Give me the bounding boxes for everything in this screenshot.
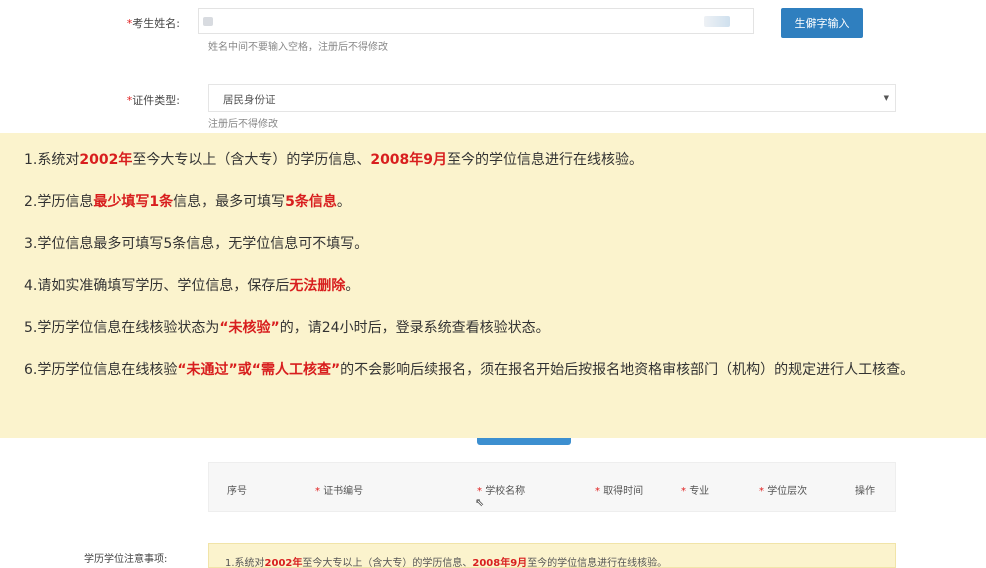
id-type-select[interactable]: 居民身份证 ▼ xyxy=(208,84,896,112)
education-table-header: 序号 * 证书编号 * 学校名称 * 取得时间 * 专业 * 学位层次 操作 xyxy=(208,462,896,512)
column-header-obtained-time: * 取得时间 xyxy=(595,486,644,497)
notice-line-4: 4.请如实准确填写学历、学位信息，保存后无法删除。 xyxy=(24,278,360,294)
id-type-label: *证件类型: xyxy=(70,92,180,108)
notice-line-2: 2.学历信息最少填写1条信息，最多可填写5条信息。 xyxy=(24,194,351,210)
blurred-name-value-end xyxy=(704,16,730,27)
name-hint: 姓名中间不要输入空格，注册后不得修改 xyxy=(208,42,388,53)
id-type-hint: 注册后不得修改 xyxy=(208,119,278,130)
active-tab-indicator xyxy=(477,438,571,445)
column-header-index: 序号 xyxy=(227,486,247,497)
id-type-label-text: 证件类型: xyxy=(132,94,180,107)
education-notes-label: 学历学位注意事项: xyxy=(84,554,168,565)
rare-character-input-button[interactable]: 生僻字输入 xyxy=(781,8,863,38)
name-label: *考生姓名: xyxy=(70,15,180,31)
chevron-down-icon: ▼ xyxy=(883,94,889,102)
column-header-school-name: * 学校名称 xyxy=(477,486,526,497)
column-header-degree-level: * 学位层次 xyxy=(759,486,808,497)
mouse-cursor-icon: ⇖ xyxy=(475,496,485,509)
notice-line-1: 1.系统对2002年至今大专以上（含大专）的学历信息、2008年9月至今的学位信… xyxy=(24,152,644,168)
education-notes-text: 1.系统对2002年至今大专以上（含大专）的学历信息、2008年9月至今的学位信… xyxy=(225,558,668,568)
blurred-name-value xyxy=(203,17,213,26)
notice-line-5: 5.学历学位信息在线核验状态为“未核验”的，请24小时后，登录系统查看核验状态。 xyxy=(24,320,550,336)
id-type-selected-value: 居民身份证 xyxy=(223,94,276,106)
notice-line-3: 3.学位信息最多可填写5条信息，无学位信息可不填写。 xyxy=(24,236,369,252)
name-label-text: 考生姓名: xyxy=(132,17,180,30)
education-notes-box: 1.系统对2002年至今大专以上（含大专）的学历信息、2008年9月至今的学位信… xyxy=(208,543,896,568)
column-header-certificate-number: * 证书编号 xyxy=(315,486,364,497)
column-header-major: * 专业 xyxy=(681,486,710,497)
verification-notice-overlay: 1.系统对2002年至今大专以上（含大专）的学历信息、2008年9月至今的学位信… xyxy=(0,133,986,438)
column-header-actions: 操作 xyxy=(855,486,875,497)
notice-line-6: 6.学历学位信息在线核验“未通过”或“需人工核查”的不会影响后续报名，须在报名开… xyxy=(24,362,915,378)
name-input[interactable] xyxy=(198,8,754,34)
